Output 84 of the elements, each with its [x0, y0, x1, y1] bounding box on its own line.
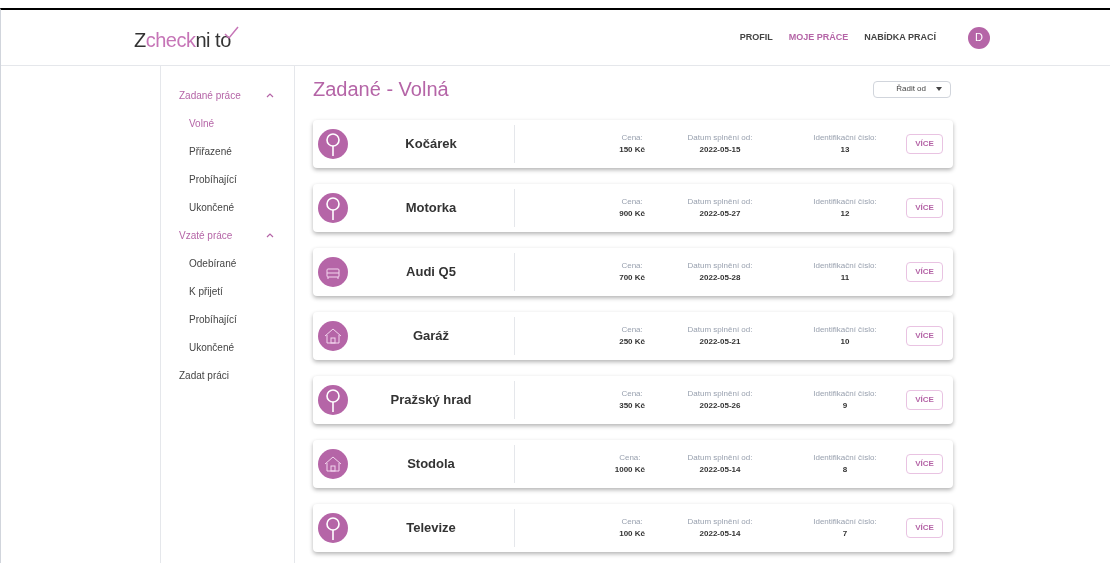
- price-value: 700 Kč: [619, 272, 645, 284]
- date-label: Datum splnění od:: [687, 260, 753, 272]
- car-icon: [318, 257, 348, 287]
- id-label: Identifikační číslo:: [813, 196, 877, 208]
- price-value: 900 Kč: [619, 208, 645, 220]
- job-name: Audi Q5: [406, 263, 456, 282]
- page-title: Zadané - Volná: [313, 77, 449, 102]
- more-button[interactable]: VÍCE: [906, 326, 943, 346]
- id-label: Identifikační číslo:: [813, 452, 877, 464]
- date-label: Datum splnění od:: [687, 324, 753, 336]
- id-value: 12: [840, 208, 850, 220]
- id-value: 7: [842, 528, 848, 540]
- date-label: Datum splnění od:: [687, 452, 753, 464]
- price-value: 250 Kč: [619, 336, 645, 348]
- more-button[interactable]: VÍCE: [906, 198, 943, 218]
- date-label: Datum splnění od:: [687, 196, 753, 208]
- price-value: 150 Kč: [619, 144, 645, 156]
- date-value: 2022-05-14: [699, 528, 741, 540]
- price-label: Cena:: [619, 452, 641, 464]
- id-label: Identifikační číslo:: [813, 132, 877, 144]
- id-value: 11: [840, 272, 850, 284]
- house-icon: [318, 321, 348, 351]
- more-button[interactable]: VÍCE: [906, 134, 943, 154]
- sidebar-group[interactable]: Zadané práce: [179, 88, 241, 103]
- search-icon: [318, 193, 348, 223]
- sidebar-group[interactable]: Zadat práci: [179, 368, 230, 383]
- sidebar-item[interactable]: Probíhající: [179, 312, 294, 327]
- job-name: Stodola: [407, 455, 455, 474]
- price-value: 350 Kč: [619, 400, 645, 412]
- date-label: Datum splnění od:: [687, 388, 753, 400]
- date-value: 2022-05-21: [699, 336, 741, 348]
- price-label: Cena:: [621, 196, 643, 208]
- more-button[interactable]: VÍCE: [906, 390, 943, 410]
- date-value: 2022-05-15: [699, 144, 741, 156]
- house-icon: [318, 449, 348, 479]
- chevron-icon[interactable]: [266, 233, 274, 238]
- sidebar-item[interactable]: Odebírané: [179, 256, 294, 271]
- search-icon: [318, 513, 348, 543]
- sidebar-item[interactable]: Přiřazené: [179, 144, 294, 159]
- more-button[interactable]: VÍCE: [906, 518, 943, 538]
- search-icon: [318, 385, 348, 415]
- avatar[interactable]: D: [968, 26, 990, 49]
- more-button[interactable]: VÍCE: [906, 262, 943, 282]
- nav-link[interactable]: NABÍDKA PRACÍ: [864, 30, 936, 45]
- id-label: Identifikační číslo:: [813, 516, 877, 528]
- price-label: Cena:: [621, 260, 643, 272]
- date-value: 2022-05-27: [699, 208, 741, 220]
- price-value: 1000 Kč: [614, 464, 645, 476]
- price-label: Cena:: [621, 132, 643, 144]
- sidebar-item[interactable]: Volné: [179, 116, 294, 131]
- job-name: Televize: [406, 519, 456, 538]
- search-icon: [318, 129, 348, 159]
- date-value: 2022-05-26: [699, 400, 741, 412]
- chevron-icon[interactable]: [266, 93, 274, 98]
- sort-dropdown[interactable]: Řadit od: [873, 80, 951, 98]
- logo[interactable]: Zcheckni to: [134, 22, 241, 53]
- id-value: 9: [842, 400, 848, 412]
- price-label: Cena:: [621, 388, 643, 400]
- price-value: 100 Kč: [619, 528, 645, 540]
- price-label: Cena:: [621, 516, 643, 528]
- id-value: 10: [840, 336, 850, 348]
- sidebar-group[interactable]: Vzaté práce: [179, 228, 233, 243]
- job-name: Kočárek: [405, 135, 457, 154]
- id-label: Identifikační číslo:: [813, 260, 877, 272]
- id-value: 8: [842, 464, 848, 476]
- id-value: 13: [840, 144, 850, 156]
- sidebar-item[interactable]: Probíhající: [179, 172, 294, 187]
- nav-link[interactable]: MOJE PRÁCE: [788, 30, 849, 45]
- nav-link[interactable]: PROFIL: [739, 30, 773, 45]
- sidebar-item[interactable]: Ukončené: [179, 340, 294, 355]
- date-label: Datum splnění od:: [687, 132, 753, 144]
- price-label: Cena:: [621, 324, 643, 336]
- date-value: 2022-05-28: [699, 272, 741, 284]
- date-value: 2022-05-14: [699, 464, 741, 476]
- job-name: Garáž: [412, 327, 450, 346]
- id-label: Identifikační číslo:: [813, 324, 877, 336]
- caret-icon: [936, 87, 942, 91]
- sidebar-item[interactable]: K přijetí: [179, 284, 294, 299]
- id-label: Identifikační číslo:: [813, 388, 877, 400]
- more-button[interactable]: VÍCE: [906, 454, 943, 474]
- date-label: Datum splnění od:: [687, 516, 753, 528]
- sidebar-item[interactable]: Ukončené: [179, 200, 294, 215]
- job-name: Pražský hrad: [390, 391, 472, 410]
- job-name: Motorka: [405, 199, 457, 218]
